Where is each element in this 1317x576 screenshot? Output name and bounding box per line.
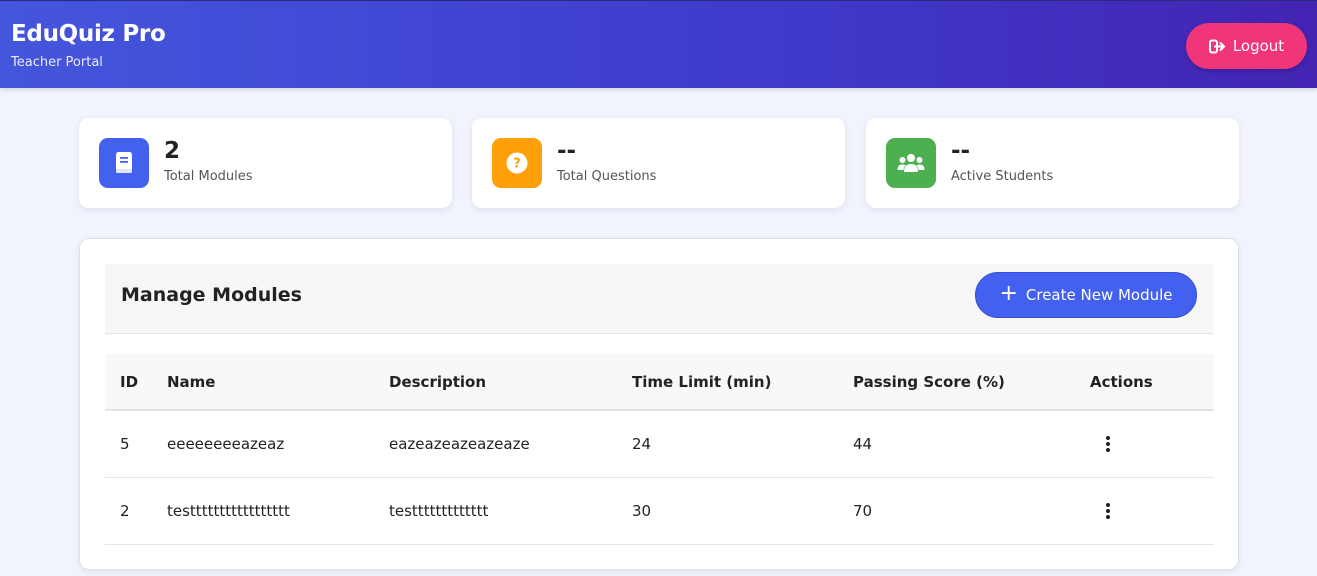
column-header-actions: Actions	[1090, 354, 1214, 411]
cell-name: testtttttttttttttttt	[167, 477, 389, 545]
cell-description: eazeazeazeazeaze	[389, 410, 632, 478]
logout-icon	[1208, 39, 1225, 53]
users-icon	[886, 138, 936, 188]
cell-actions	[1090, 410, 1214, 478]
column-header-time-limit: Time Limit (min)	[632, 354, 853, 411]
stat-card-questions: ? -- Total Questions	[472, 118, 845, 208]
column-header-description: Description	[389, 354, 632, 411]
table-row[interactable]: 2 testtttttttttttttttt testtttttttttttt …	[105, 477, 1214, 545]
stat-label: Total Questions	[557, 169, 657, 184]
stat-value: --	[951, 138, 971, 164]
plus-icon: +	[999, 281, 1018, 306]
app-title: EduQuiz Pro	[11, 21, 166, 47]
cell-time-limit: 24	[632, 410, 853, 478]
logout-label: Logout	[1232, 37, 1285, 55]
column-header-passing-score: Passing Score (%)	[853, 354, 1090, 411]
stat-label: Active Students	[951, 169, 1054, 184]
cell-description: testtttttttttttt	[389, 477, 632, 545]
stat-card-students: -- Active Students	[866, 118, 1239, 208]
stat-label: Total Modules	[164, 169, 253, 184]
more-options-icon[interactable]	[1105, 436, 1111, 453]
table-row[interactable]: 5 eeeeeeeeazeaz eazeazeazeazeaze 24 44	[105, 410, 1214, 478]
table-header-row: ID Name Description Time Limit (min) Pas…	[105, 354, 1214, 411]
stat-card-modules: 2 Total Modules	[79, 118, 452, 208]
book-icon	[99, 138, 149, 188]
more-options-icon[interactable]	[1105, 503, 1111, 519]
stat-value: --	[557, 138, 577, 164]
cell-passing-score: 70	[853, 477, 1090, 545]
stat-value: 2	[164, 138, 181, 164]
modules-panel: Manage Modules + Create New Module ID Na…	[79, 238, 1239, 570]
column-header-name: Name	[167, 354, 389, 411]
question-icon: ?	[492, 138, 542, 188]
cell-actions	[1090, 477, 1214, 545]
panel-header: Manage Modules + Create New Module	[105, 264, 1214, 334]
app-header: EduQuiz Pro Teacher Portal Logout	[0, 0, 1317, 88]
cell-time-limit: 30	[632, 477, 853, 545]
panel-title: Manage Modules	[121, 284, 302, 306]
app-subtitle: Teacher Portal	[11, 55, 103, 70]
logout-button[interactable]: Logout	[1186, 23, 1307, 69]
column-header-id: ID	[105, 354, 167, 411]
cell-passing-score: 44	[853, 410, 1090, 478]
create-module-button[interactable]: + Create New Module	[975, 272, 1197, 318]
cell-name: eeeeeeeeazeaz	[167, 410, 389, 478]
create-module-label: Create New Module	[1025, 286, 1173, 304]
modules-table: ID Name Description Time Limit (min) Pas…	[105, 354, 1214, 545]
cell-id: 5	[105, 410, 167, 478]
svg-text:?: ?	[513, 157, 521, 172]
cell-id: 2	[105, 477, 167, 545]
